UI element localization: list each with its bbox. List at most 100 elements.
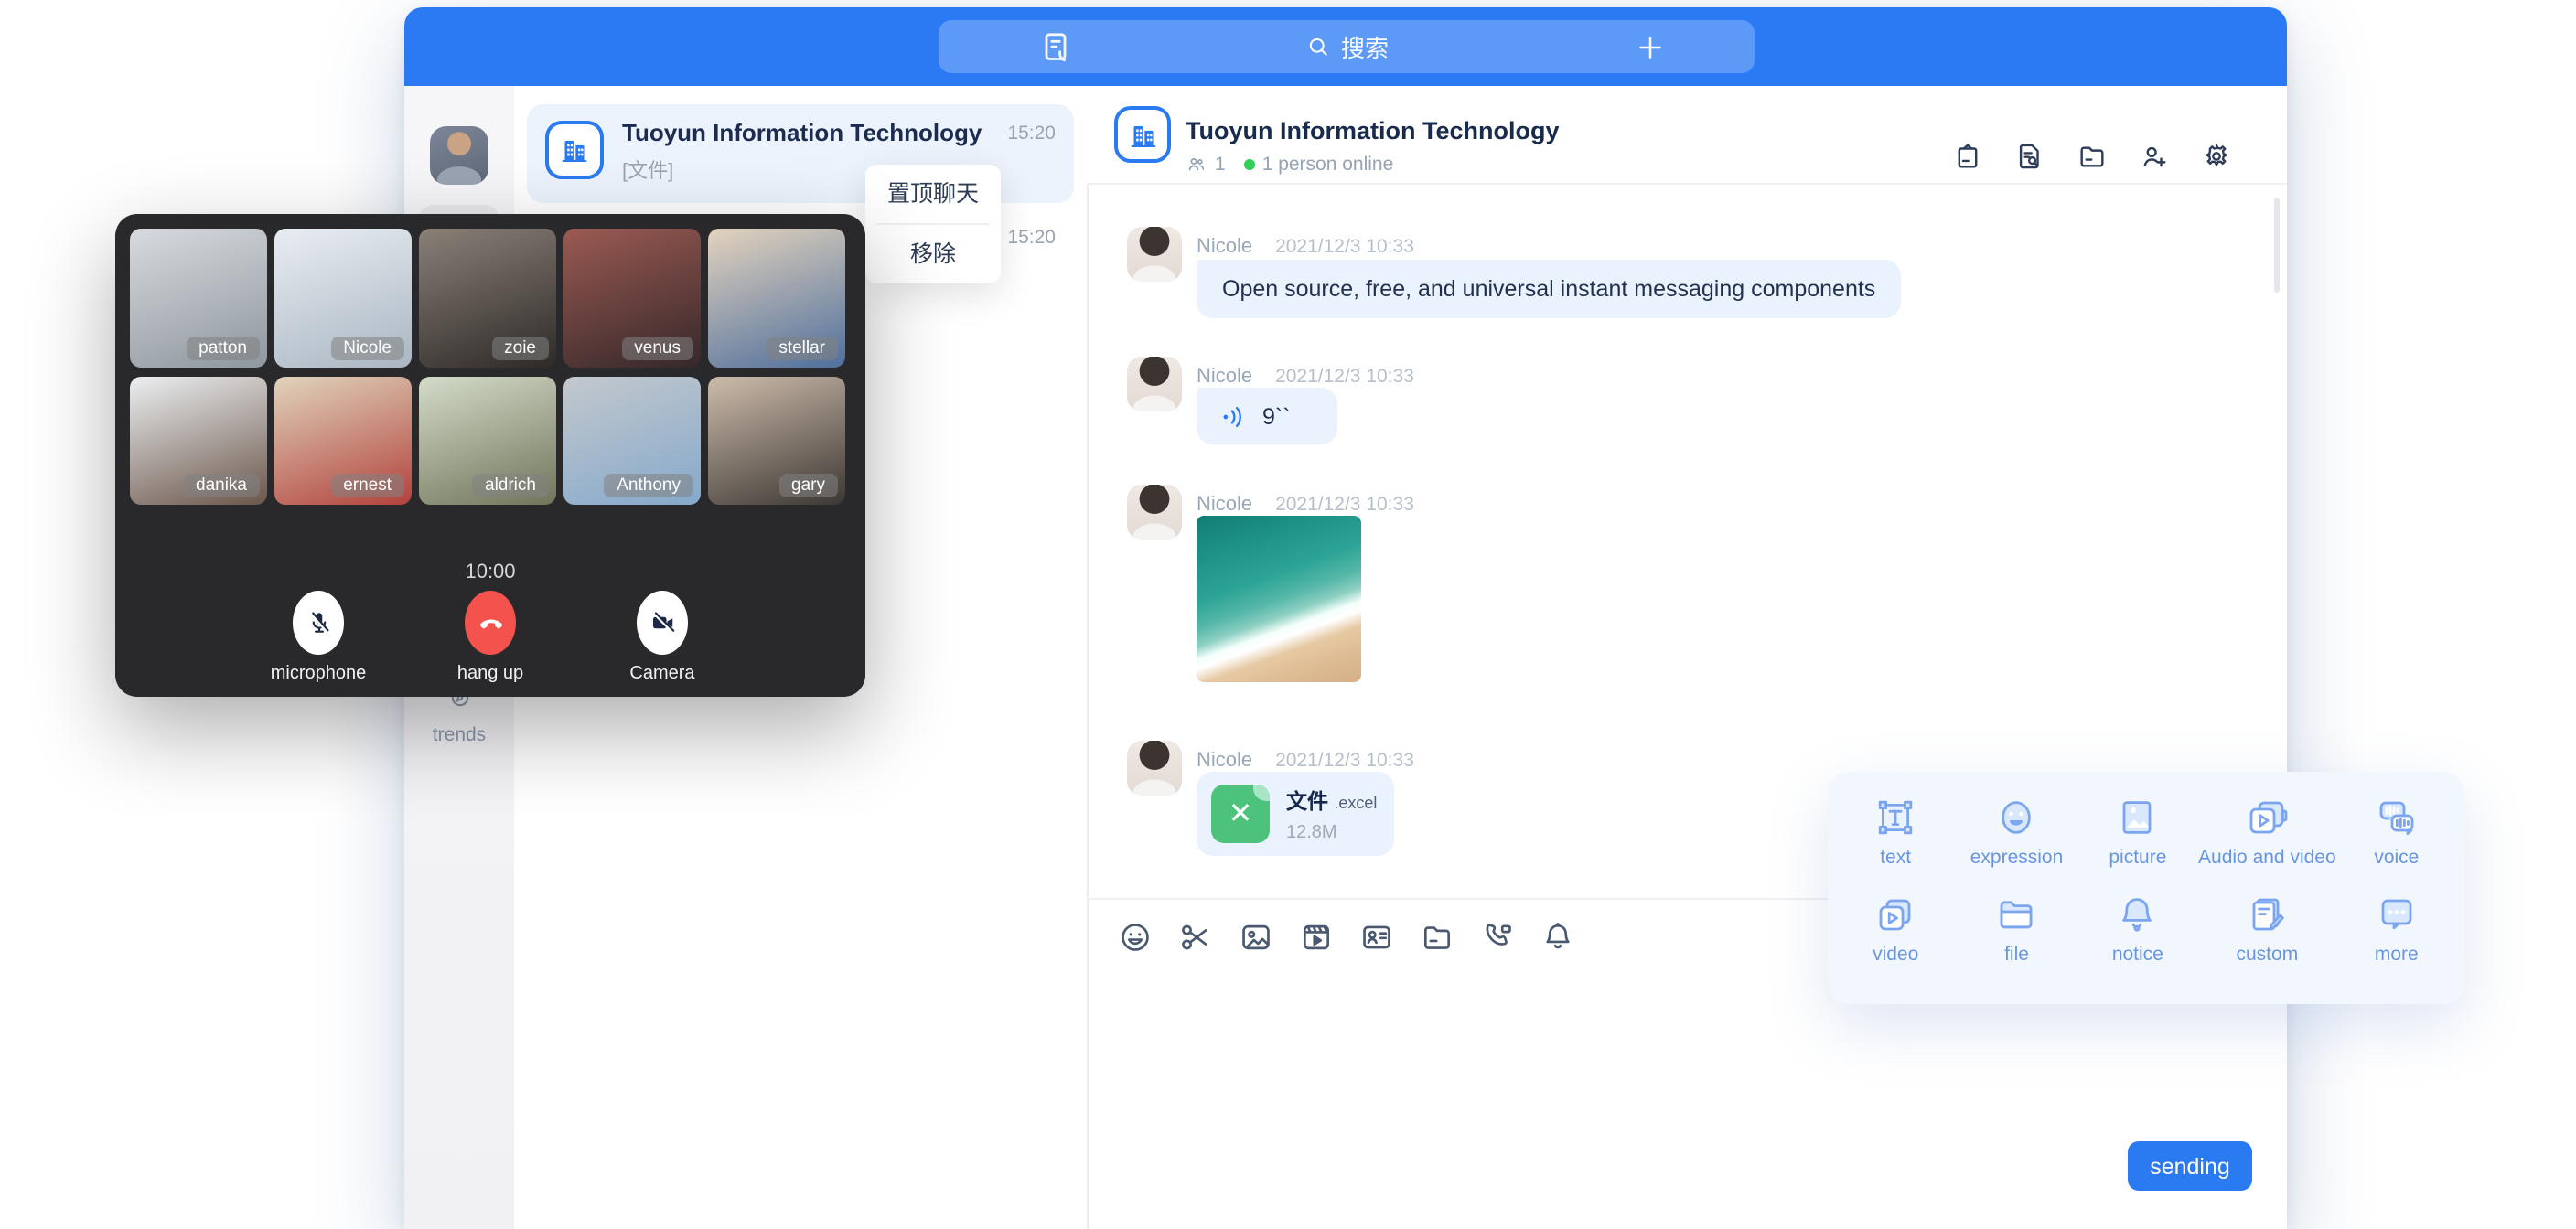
contact-card-icon[interactable]: [1359, 920, 1394, 955]
search-input[interactable]: 搜索: [939, 20, 1755, 73]
context-menu: 置顶聊天 移除: [865, 165, 1001, 283]
hang-up-button[interactable]: [465, 591, 516, 655]
panel-item-audio-and-video[interactable]: Audio and video: [2198, 796, 2336, 892]
conversation-title: Tuoyun Information Technology: [622, 119, 988, 146]
panel-item-label: file: [2004, 944, 2029, 966]
file-message-bubble[interactable]: ✕ 文件 .excel 12.8M: [1197, 772, 1394, 856]
video-tile[interactable]: Anthony: [564, 377, 701, 505]
file-info: 文件 .excel 12.8M: [1286, 785, 1377, 842]
file-ext: .excel: [1334, 793, 1377, 811]
p-text-icon: [1873, 796, 1917, 839]
message-type-panel: text expression picture Audio and video voic…: [1828, 772, 2464, 1004]
camera-button[interactable]: [637, 591, 688, 655]
video-tile[interactable]: zoie: [419, 229, 556, 368]
panel-item-expression[interactable]: expression: [1956, 796, 2077, 892]
sender-avatar[interactable]: [1127, 357, 1182, 411]
participant-name: patton: [186, 337, 260, 360]
message-head: Nicole 2021/12/3 10:33: [1197, 486, 1414, 519]
voice-message-bubble[interactable]: 9``: [1197, 388, 1337, 444]
hang-up-icon: [477, 609, 504, 636]
video-tile[interactable]: stellar: [708, 229, 845, 368]
send-button[interactable]: sending: [2128, 1141, 2252, 1191]
p-file-icon: [1995, 892, 2039, 936]
p-video-icon: [1873, 892, 1917, 936]
panel-item-picture[interactable]: picture: [2077, 796, 2198, 892]
message-head: Nicole 2021/12/3 10:33: [1197, 743, 1414, 775]
voice-duration: 9``: [1262, 403, 1291, 429]
chat-title: Tuoyun Information Technology: [1186, 117, 1559, 144]
panel-item-label: voice: [2374, 847, 2419, 869]
video-tile[interactable]: Nicole: [274, 229, 412, 368]
conversation-time: 15:20: [1007, 123, 1056, 144]
building-icon: [558, 134, 591, 166]
panel-item-label: Audio and video: [2198, 847, 2336, 869]
hang-up-label: hang up: [457, 664, 523, 684]
ballot-icon[interactable]: [1952, 141, 1983, 172]
message-time: 2021/12/3 10:33: [1275, 366, 1414, 388]
sender-name: Nicole: [1197, 494, 1252, 516]
panel-item-video[interactable]: video: [1835, 892, 1956, 989]
p-expression-icon: [1995, 796, 2039, 839]
online-status: 1 person online: [1262, 154, 1394, 176]
video-tile[interactable]: patton: [130, 229, 267, 368]
p-voice-icon: [2375, 796, 2419, 839]
video-call-overlay: patton Nicole zoie venusstellar danika ernest…: [115, 214, 865, 697]
doc-search-icon[interactable]: [2014, 141, 2045, 172]
panel-item-notice[interactable]: notice: [2077, 892, 2198, 989]
sender-avatar[interactable]: [1127, 227, 1182, 282]
text-message-bubble[interactable]: Open source, free, and universal instant…: [1197, 260, 1901, 318]
sender-avatar[interactable]: [1127, 741, 1182, 796]
chat-header-actions: [1952, 141, 2232, 172]
video-tile[interactable]: ernest: [274, 377, 412, 505]
title-bar: 搜索: [404, 7, 2287, 86]
panel-item-label: picture: [2109, 847, 2166, 869]
camera-control: Camera: [604, 591, 721, 684]
video-clip-icon[interactable]: [1299, 920, 1334, 955]
panel-item-voice[interactable]: voice: [2336, 796, 2457, 892]
panel-item-more[interactable]: more: [2336, 892, 2457, 989]
participant-name: Nicole: [330, 337, 404, 360]
video-tile[interactable]: venus: [564, 229, 701, 368]
p-notice-icon: [2116, 892, 2160, 936]
excel-file-icon: ✕: [1211, 785, 1270, 843]
panel-item-custom[interactable]: custom: [2198, 892, 2336, 989]
folder-icon[interactable]: [1420, 920, 1454, 955]
participant-name: ernest: [330, 474, 404, 497]
video-tile[interactable]: gary: [708, 377, 845, 505]
video-tile[interactable]: danika: [130, 377, 267, 505]
search-icon: [1304, 33, 1332, 60]
video-call-icon[interactable]: [1480, 920, 1515, 955]
user-avatar[interactable]: [430, 126, 488, 185]
add-icon[interactable]: [1634, 30, 1667, 63]
chat-panel: Tuoyun Information Technology 1 1 person…: [1087, 86, 2287, 1229]
camera-label: Camera: [629, 664, 694, 684]
file-folder-icon[interactable]: [2077, 141, 2108, 172]
hang-up-control: hang up: [432, 591, 549, 684]
chat-subtitle: 1 1 person online: [1186, 154, 1393, 176]
person-add-icon[interactable]: [2139, 141, 2170, 172]
message-head: Nicole 2021/12/3 10:33: [1197, 358, 1414, 391]
sender-name: Nicole: [1197, 236, 1252, 258]
microphone-button[interactable]: [293, 591, 344, 655]
panel-item-text[interactable]: text: [1835, 796, 1956, 892]
sender-avatar[interactable]: [1127, 485, 1182, 540]
p-av-icon: [2245, 796, 2289, 839]
scrollbar-thumb[interactable]: [2274, 198, 2280, 293]
emoji-icon[interactable]: [1118, 920, 1153, 955]
panel-item-file[interactable]: file: [1956, 892, 2077, 989]
picture-icon[interactable]: [1239, 920, 1273, 955]
panel-item-label: expression: [1970, 847, 2064, 869]
participant-name: zoie: [491, 337, 549, 360]
video-tile[interactable]: aldrich: [419, 377, 556, 505]
menu-item-remove[interactable]: 移除: [865, 225, 1001, 283]
file-size: 12.8M: [1286, 822, 1377, 842]
members-icon: [1186, 154, 1208, 176]
image-message-beach-photo[interactable]: [1197, 516, 1361, 682]
menu-item-pin-chat[interactable]: 置顶聊天: [865, 165, 1001, 223]
bell-icon[interactable]: [1540, 920, 1575, 955]
scissors-icon[interactable]: [1178, 920, 1213, 955]
participant-name: aldrich: [472, 474, 549, 497]
gear-icon[interactable]: [2201, 141, 2232, 172]
group-avatar: [545, 121, 604, 179]
message-time: 2021/12/3 10:33: [1275, 750, 1414, 772]
